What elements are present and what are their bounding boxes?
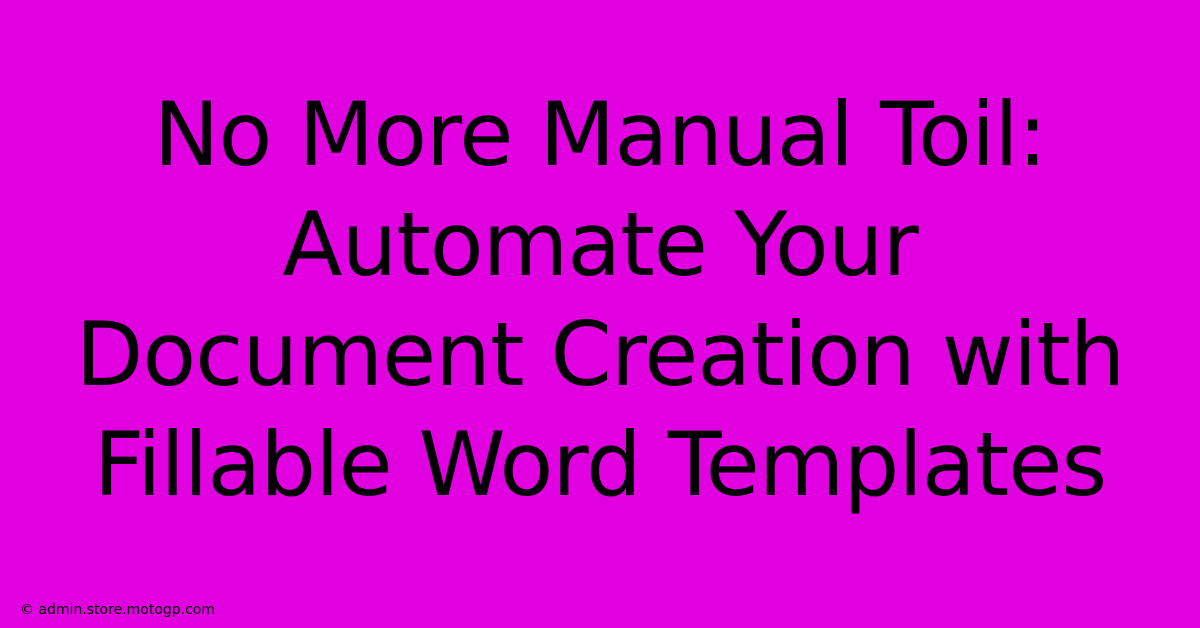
headline-text: No More Manual Toil: Automate Your Docum…: [0, 0, 1200, 600]
attribution-text: © admin.store.motogp.com: [20, 602, 215, 618]
